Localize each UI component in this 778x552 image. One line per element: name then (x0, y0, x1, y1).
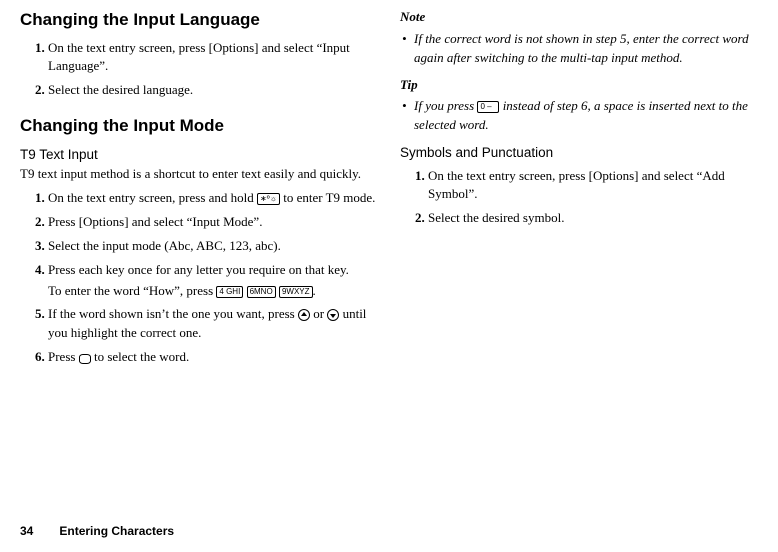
step-text: Press each key once for any letter you r… (48, 262, 349, 277)
symbols-step-1: On the text entry screen, press [Options… (428, 167, 758, 205)
subhead-symbols: Symbols and Punctuation (400, 143, 758, 163)
steps-symbols: On the text entry screen, press [Options… (400, 167, 758, 229)
note-list: If the correct word is not shown in step… (400, 30, 758, 68)
key-0-icon: 0 – (477, 101, 499, 113)
subhead-t9: T9 Text Input (20, 145, 378, 165)
tip-heading: Tip (400, 76, 758, 95)
t9-step-1: On the text entry screen, press and hold… (48, 189, 378, 208)
steps-t9: On the text entry screen, press and hold… (20, 189, 378, 367)
key-6-icon: 6MNO (247, 286, 276, 298)
right-column: Note If the correct word is not shown in… (400, 8, 758, 372)
step-text: If the word shown isn’t the one you want… (48, 306, 298, 321)
step-text: To enter the word “How”, press (48, 283, 216, 298)
t9-step-3: Select the input mode (Abc, ABC, 123, ab… (48, 237, 378, 256)
step-text: to enter T9 mode. (280, 190, 375, 205)
steps-input-language: On the text entry screen, press [Options… (20, 39, 378, 101)
up-arrow-icon (298, 309, 310, 321)
t9-step-4-sub: To enter the word “How”, press 4 GHI 6MN… (48, 282, 378, 301)
step-1: On the text entry screen, press [Options… (48, 39, 378, 77)
down-arrow-icon (327, 309, 339, 321)
step-text: Press (48, 349, 79, 364)
page-number: 34 (20, 524, 33, 538)
center-button-icon (79, 354, 91, 364)
t9-step-4: Press each key once for any letter you r… (48, 261, 378, 301)
t9-step-5: If the word shown isn’t the one you want… (48, 305, 378, 343)
key-4-icon: 4 GHI (216, 286, 243, 298)
key-9-icon: 9WXYZ (279, 286, 313, 298)
content-columns: Changing the Input Language On the text … (20, 8, 758, 372)
note-heading: Note (400, 8, 758, 27)
t9-step-2: Press [Options] and select “Input Mode”. (48, 213, 378, 232)
step-text: or (310, 306, 327, 321)
tip-text: If you press (414, 98, 477, 113)
t9-step-6: Press to select the word. (48, 348, 378, 367)
star-key-icon: ∗º☼ (257, 193, 280, 205)
symbols-step-2: Select the desired symbol. (428, 209, 758, 228)
note-item: If the correct word is not shown in step… (400, 30, 758, 68)
step-text: to select the word. (91, 349, 190, 364)
heading-input-mode: Changing the Input Mode (20, 114, 378, 139)
left-column: Changing the Input Language On the text … (20, 8, 378, 372)
page-footer: 34 Entering Characters (20, 523, 174, 540)
step-2: Select the desired language. (48, 81, 378, 100)
section-title: Entering Characters (59, 524, 174, 538)
tip-item: If you press 0 – instead of step 6, a sp… (400, 97, 758, 135)
heading-input-language: Changing the Input Language (20, 8, 378, 33)
tip-list: If you press 0 – instead of step 6, a sp… (400, 97, 758, 135)
step-text: On the text entry screen, press and hold (48, 190, 257, 205)
t9-intro: T9 text input method is a shortcut to en… (20, 165, 378, 184)
